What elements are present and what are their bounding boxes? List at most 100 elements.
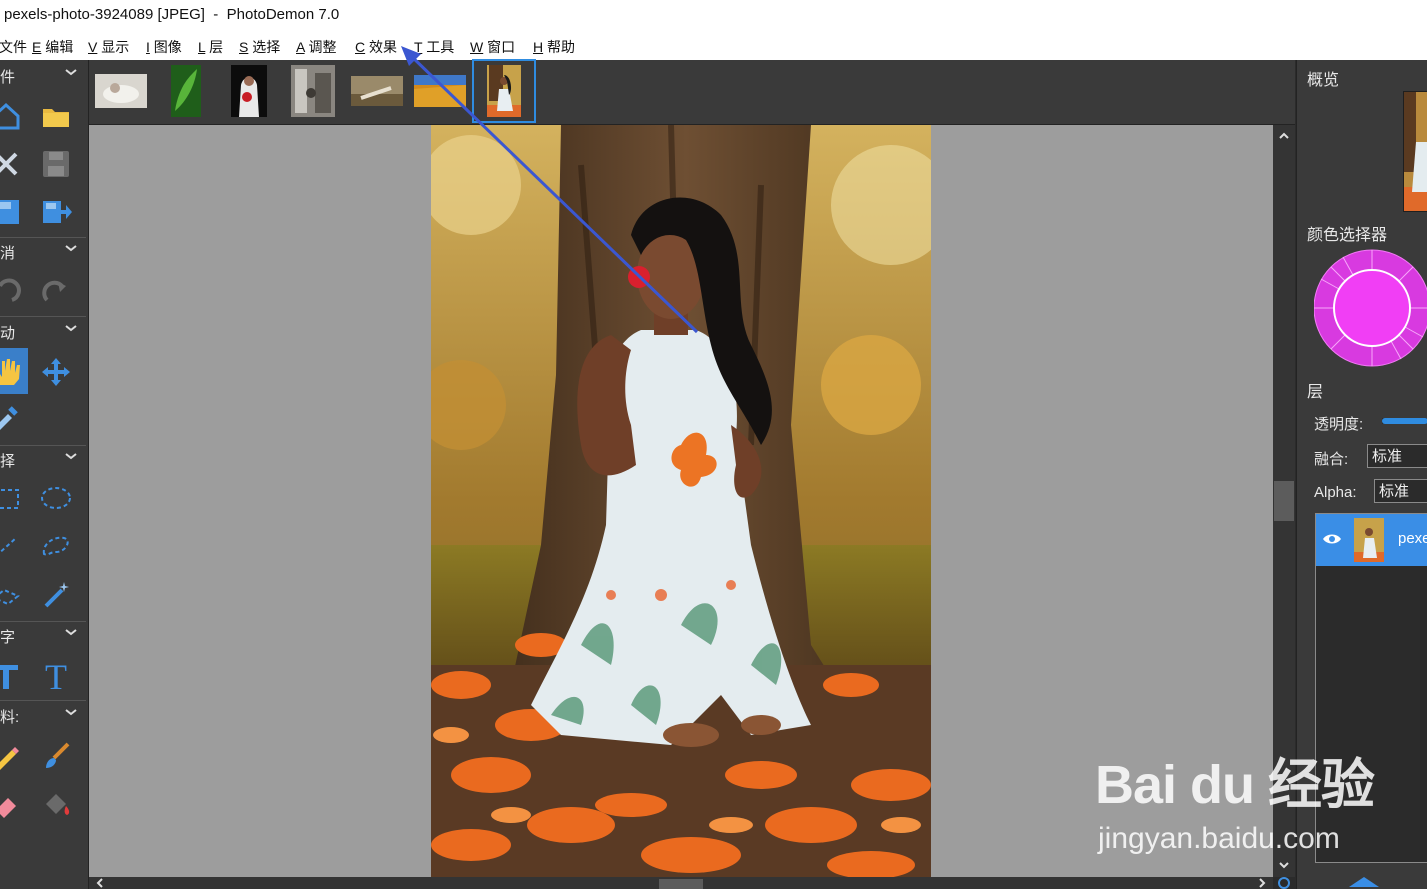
menu-tools[interactable]: T 工具: [414, 37, 454, 57]
menu-help[interactable]: H 帮助: [533, 37, 575, 57]
chevron-down-icon: [65, 69, 77, 76]
image-tabs-strip: [89, 59, 1295, 125]
divider: [0, 237, 86, 238]
text-icon: [0, 665, 18, 689]
typography-tool[interactable]: T: [36, 656, 76, 696]
fill-tool[interactable]: [36, 784, 76, 824]
pencil-icon: [0, 747, 19, 770]
toolbox-section-file[interactable]: 件: [0, 64, 86, 86]
magic-wand-tool[interactable]: [36, 574, 76, 614]
overview-preview[interactable]: [1403, 91, 1427, 212]
thumbnail-image: [487, 65, 521, 117]
pencil-tool[interactable]: [0, 736, 26, 776]
layers-title: 层: [1307, 384, 1324, 401]
layer-row[interactable]: pexe: [1316, 514, 1427, 566]
basic-text-tool[interactable]: [0, 656, 26, 696]
polygon-select-tool[interactable]: [0, 574, 26, 614]
close-image-button[interactable]: [0, 144, 26, 184]
svg-text:T: T: [45, 660, 67, 692]
line-select-tool[interactable]: [0, 526, 26, 566]
redo-icon: [42, 280, 66, 302]
menu-effects[interactable]: C 效果: [355, 37, 397, 57]
watermark-brand: Bai du 经验: [1095, 755, 1375, 815]
lasso-icon: [42, 536, 69, 556]
eyedropper-tool[interactable]: [0, 396, 26, 436]
toolbox-section-paint[interactable]: 料:: [0, 704, 86, 726]
horizontal-scrollbar[interactable]: [89, 877, 1273, 889]
home-icon: [0, 102, 20, 130]
rect-select-tool[interactable]: [0, 478, 26, 518]
hand-tool[interactable]: [0, 348, 28, 394]
folder-icon: [43, 109, 69, 127]
chevron-down-icon: [65, 325, 77, 332]
new-image-button[interactable]: [0, 96, 26, 136]
menu-file[interactable]: 文件: [0, 37, 27, 57]
export-icon: [43, 201, 72, 223]
thumbnail-image: [231, 65, 267, 117]
image-tab-2[interactable]: [171, 65, 201, 117]
eraser-tool[interactable]: [0, 784, 26, 824]
divider: [0, 445, 86, 446]
watermark-url: jingyan.baidu.com: [1098, 822, 1340, 855]
paint-bucket-icon: [46, 794, 70, 815]
menu-view[interactable]: V 显示: [88, 37, 129, 57]
menu-window[interactable]: W 窗口: [470, 37, 515, 57]
chevron-down-icon: [65, 453, 77, 460]
undo-button[interactable]: [0, 272, 26, 312]
thumbnail-image: [351, 76, 403, 106]
menu-layer[interactable]: L 层: [198, 37, 223, 57]
divider: [0, 700, 86, 701]
menu-bar: 文件 E 编辑 V 显示 I 图像 L 层 S 选择 A 调整 C 效果 T 工…: [0, 32, 1427, 60]
chevron-up-icon[interactable]: [1278, 130, 1290, 142]
redo-button[interactable]: [36, 272, 76, 312]
move-icon: [42, 358, 70, 386]
move-tool[interactable]: [36, 352, 76, 392]
ellipse-select-tool[interactable]: [36, 478, 76, 518]
scrollbar-thumb[interactable]: [1274, 481, 1294, 521]
menu-adjust[interactable]: A 调整: [296, 37, 336, 57]
scrollbar-thumb[interactable]: [659, 879, 703, 889]
zoom-fit-icon[interactable]: [1277, 876, 1291, 889]
alpha-mode-select[interactable]: 标准: [1374, 479, 1427, 503]
opacity-slider-fill: [1382, 418, 1427, 424]
color-picker-wheel[interactable]: [1314, 248, 1427, 368]
menu-select[interactable]: S 选择: [239, 37, 280, 57]
save-copy-button[interactable]: [0, 192, 26, 232]
paintbrush-icon: [46, 742, 70, 768]
chevron-right-icon[interactable]: [1257, 878, 1267, 888]
save-copy-icon: [0, 200, 19, 224]
lasso-select-tool[interactable]: [36, 526, 76, 566]
eraser-icon: [0, 798, 16, 818]
image-tab-7-active[interactable]: [472, 59, 536, 123]
export-button[interactable]: [36, 192, 76, 232]
eye-icon[interactable]: [1322, 532, 1342, 546]
toolbox-section-undo[interactable]: 消: [0, 240, 86, 262]
chevron-down-icon: [65, 245, 77, 252]
image-tab-6[interactable]: [414, 65, 466, 117]
toolbox-section-move[interactable]: 动: [0, 320, 86, 342]
save-button[interactable]: [36, 144, 76, 184]
overview-title: 概览: [1307, 72, 1340, 89]
blend-mode-select[interactable]: 标准: [1367, 444, 1427, 468]
chevron-down-icon[interactable]: [1278, 859, 1290, 871]
thumbnail-image: [171, 65, 201, 117]
layer-move-up-icon[interactable]: [1347, 875, 1381, 889]
opacity-slider[interactable]: [1382, 418, 1427, 424]
image-tab-3[interactable]: [231, 65, 267, 117]
toolbox-section-select[interactable]: 择: [0, 448, 86, 470]
image-tab-5[interactable]: [351, 65, 403, 117]
menu-image[interactable]: I 图像: [146, 37, 182, 57]
chevron-left-icon[interactable]: [95, 878, 105, 888]
menu-edit[interactable]: E 编辑: [32, 37, 73, 57]
image-tab-4[interactable]: [291, 65, 335, 117]
close-icon: [0, 152, 18, 176]
thumbnail-image: [414, 75, 466, 107]
brush-tool[interactable]: [36, 736, 76, 776]
divider: [0, 316, 86, 317]
overview-thumbnail: [1404, 92, 1427, 211]
toolbox-section-text[interactable]: 字: [0, 624, 86, 646]
opacity-label: 透明度:: [1314, 416, 1364, 433]
open-button[interactable]: [36, 96, 76, 136]
typography-icon: T: [45, 660, 67, 692]
image-tab-1[interactable]: [95, 65, 147, 117]
